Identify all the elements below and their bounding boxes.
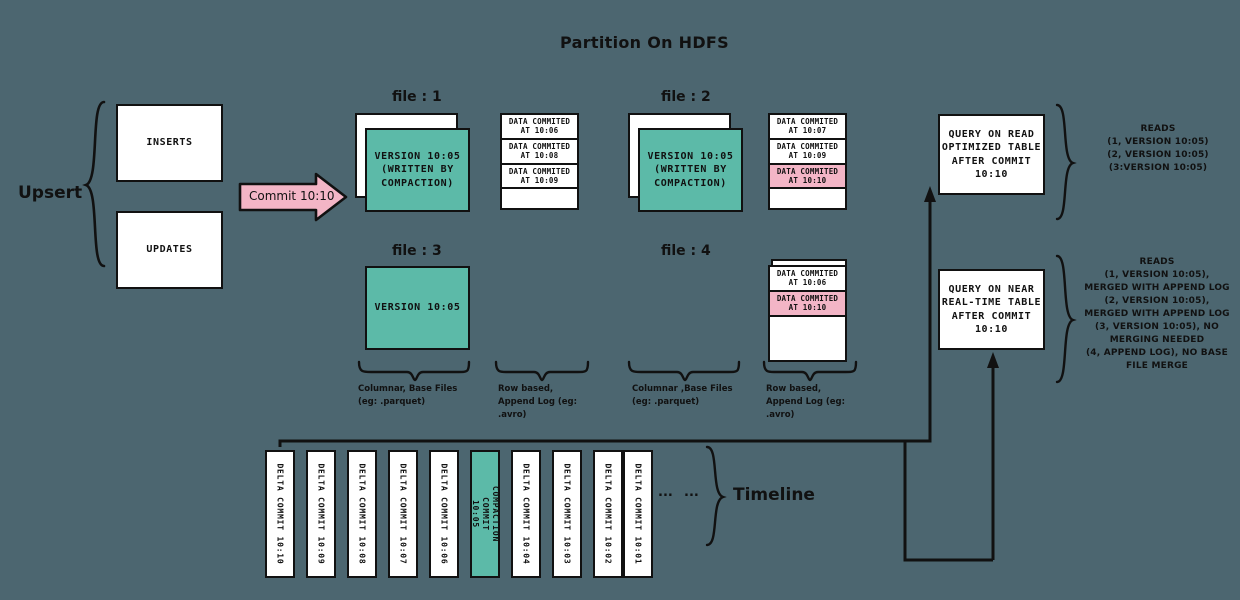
timeline-cell-label: DELTA COMMIT 10:03 [563, 463, 573, 565]
timeline-cell-label: DELTA COMMIT 10:02 [604, 463, 614, 565]
timeline-brace [705, 445, 727, 547]
timeline-cell-compaction[interactable]: COMPACTION COMMIT 10:05 [470, 450, 500, 578]
timeline-cell-label: DELTA COMMIT 10:04 [522, 463, 532, 565]
reads-text-1: READS (1, VERSION 10:05) (2, VERSION 10:… [1107, 124, 1209, 174]
timeline-cell[interactable]: DELTA COMMIT 10:10 [265, 450, 295, 578]
timeline-cell[interactable]: DELTA COMMIT 10:07 [388, 450, 418, 578]
timeline-cell[interactable]: DELTA COMMIT 10:09 [306, 450, 336, 578]
timeline-cell-label: DELTA COMMIT 10:01 [634, 463, 644, 565]
timeline-cell[interactable]: DELTA COMMIT 10:04 [511, 450, 541, 578]
query-read-optimized-box[interactable]: QUERY ON READ OPTIMIZED TABLE AFTER COMM… [938, 114, 1045, 195]
timeline-label: Timeline [733, 485, 815, 505]
timeline-cell-label: DELTA COMMIT 10:10 [276, 463, 286, 565]
query-near-real-time-box[interactable]: QUERY ON NEAR REAL-TIME TABLE AFTER COMM… [938, 269, 1045, 350]
timeline-ellipsis: ... [658, 485, 673, 500]
diagram-canvas: Partition On HDFS Upsert INSERTS UPDATES… [0, 0, 1240, 600]
timeline-ellipsis: ... [684, 485, 699, 500]
timeline-cell[interactable]: DELTA COMMIT 10:03 [552, 450, 582, 578]
timeline-cell-label: DELTA COMMIT 10:07 [399, 463, 409, 565]
query-near-real-time-label: QUERY ON NEAR REAL-TIME TABLE AFTER COMM… [941, 283, 1042, 336]
query-read-optimized-label: QUERY ON READ OPTIMIZED TABLE AFTER COMM… [941, 128, 1042, 181]
reads-brace-1 [1055, 103, 1077, 221]
timeline-cell-label: DELTA COMMIT 10:09 [317, 463, 327, 565]
reads-text-2: READS (1, VERSION 10:05), MERGED WITH AP… [1084, 257, 1230, 372]
timeline-cell[interactable]: DELTA COMMIT 10:08 [347, 450, 377, 578]
timeline-cell-label: DELTA COMMIT 10:08 [358, 463, 368, 565]
timeline-cell[interactable]: DELTA COMMIT 10:01 [623, 450, 653, 578]
timeline-cell-label: COMPACTION COMMIT 10:05 [471, 485, 501, 543]
timeline-cell-label: DELTA COMMIT 10:06 [440, 463, 450, 565]
timeline-cell[interactable]: DELTA COMMIT 10:06 [429, 450, 459, 578]
timeline-cell[interactable]: DELTA COMMIT 10:02 [593, 450, 623, 578]
